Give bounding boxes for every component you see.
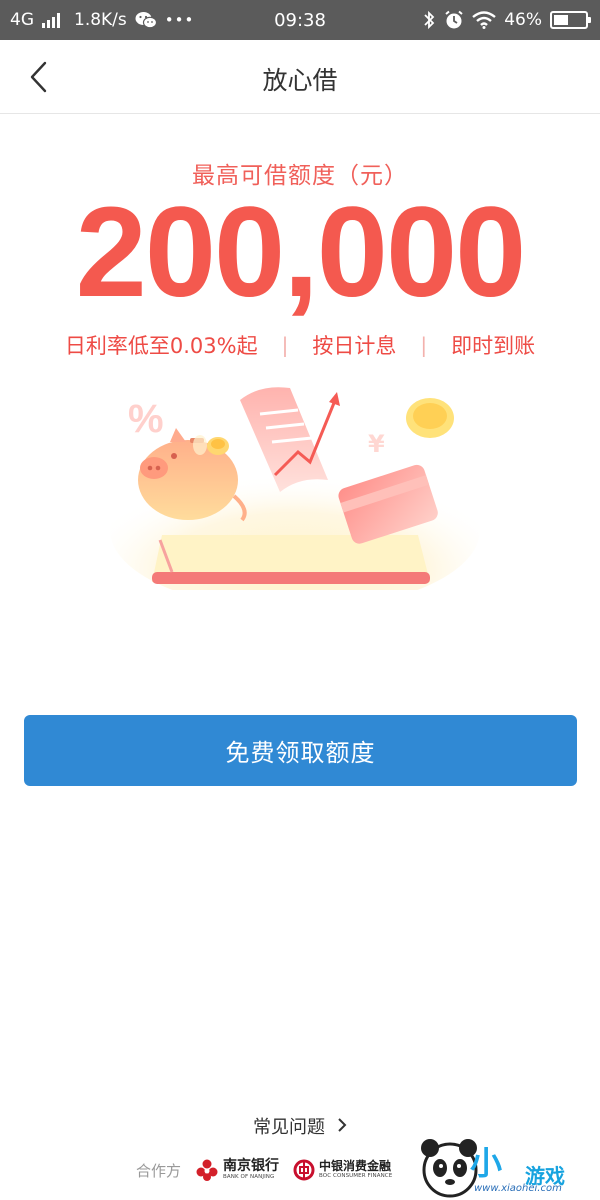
chevron-right-icon [337,1117,347,1138]
boc-logo [293,1159,315,1181]
quota-amount: 200,000 [75,181,527,324]
battery-icon [550,11,591,29]
partner-subtitle: BOC CONSUMER FINANCE [319,1173,393,1180]
feature-list: 日利率低至0.03%起 | 按日计息 | 即时到账 [0,330,600,360]
alarm-icon [444,10,464,30]
partner-bank-of-nanjing: 南京银行 BANK OF NANJING [195,1158,279,1182]
feature-interest-rate: 日利率低至0.03%起 [64,334,258,358]
more-icon: ••• [164,11,195,29]
network-speed: 1.8K/s [74,10,127,30]
status-left: 4G 1.8K/s ••• [10,10,194,30]
watermark-url: www.xiaohei.com [474,1183,562,1194]
page-title: 放心借 [262,66,338,95]
partners-row: 合作方 南京银行 BANK OF NANJING 中银消费金融 BOC CONS… [136,1152,392,1188]
battery-percent: 46% [504,10,542,30]
wifi-icon [472,11,496,29]
partner-subtitle: BANK OF NANJING [223,1174,275,1181]
partners-label: 合作方 [136,1161,182,1180]
feature-instant-transfer: 即时到账 [451,334,536,358]
network-label: 4G [10,10,34,30]
signal-icon [42,12,60,28]
feature-separator: | [281,333,289,357]
partner-name: 中银消费金融 [319,1159,392,1174]
wechat-icon [135,11,157,29]
status-right: 46% [422,10,591,30]
feature-daily-interest: 按日计息 [312,334,397,358]
partner-name: 南京银行 [223,1158,280,1175]
watermark-mark: 小 [470,1144,503,1182]
bank-of-nanjing-logo [196,1159,218,1181]
bluetooth-icon [422,10,436,30]
status-bar: 4G 1.8K/s ••• 09:38 46% [0,0,600,40]
svg-text:%: % [128,397,164,441]
partner-boc-consumer-finance: 中银消费金融 BOC CONSUMER FINANCE [293,1159,392,1181]
feature-separator: | [420,333,428,357]
svg-text:¥: ¥ [368,430,385,458]
faq-label: 常见问题 [253,1117,325,1138]
piggy-bank-coins-illustration: % ¥ [110,387,480,590]
claim-quota-button[interactable]: 免费领取额度 [24,715,577,786]
nav-bar: 放心借 [0,40,600,114]
